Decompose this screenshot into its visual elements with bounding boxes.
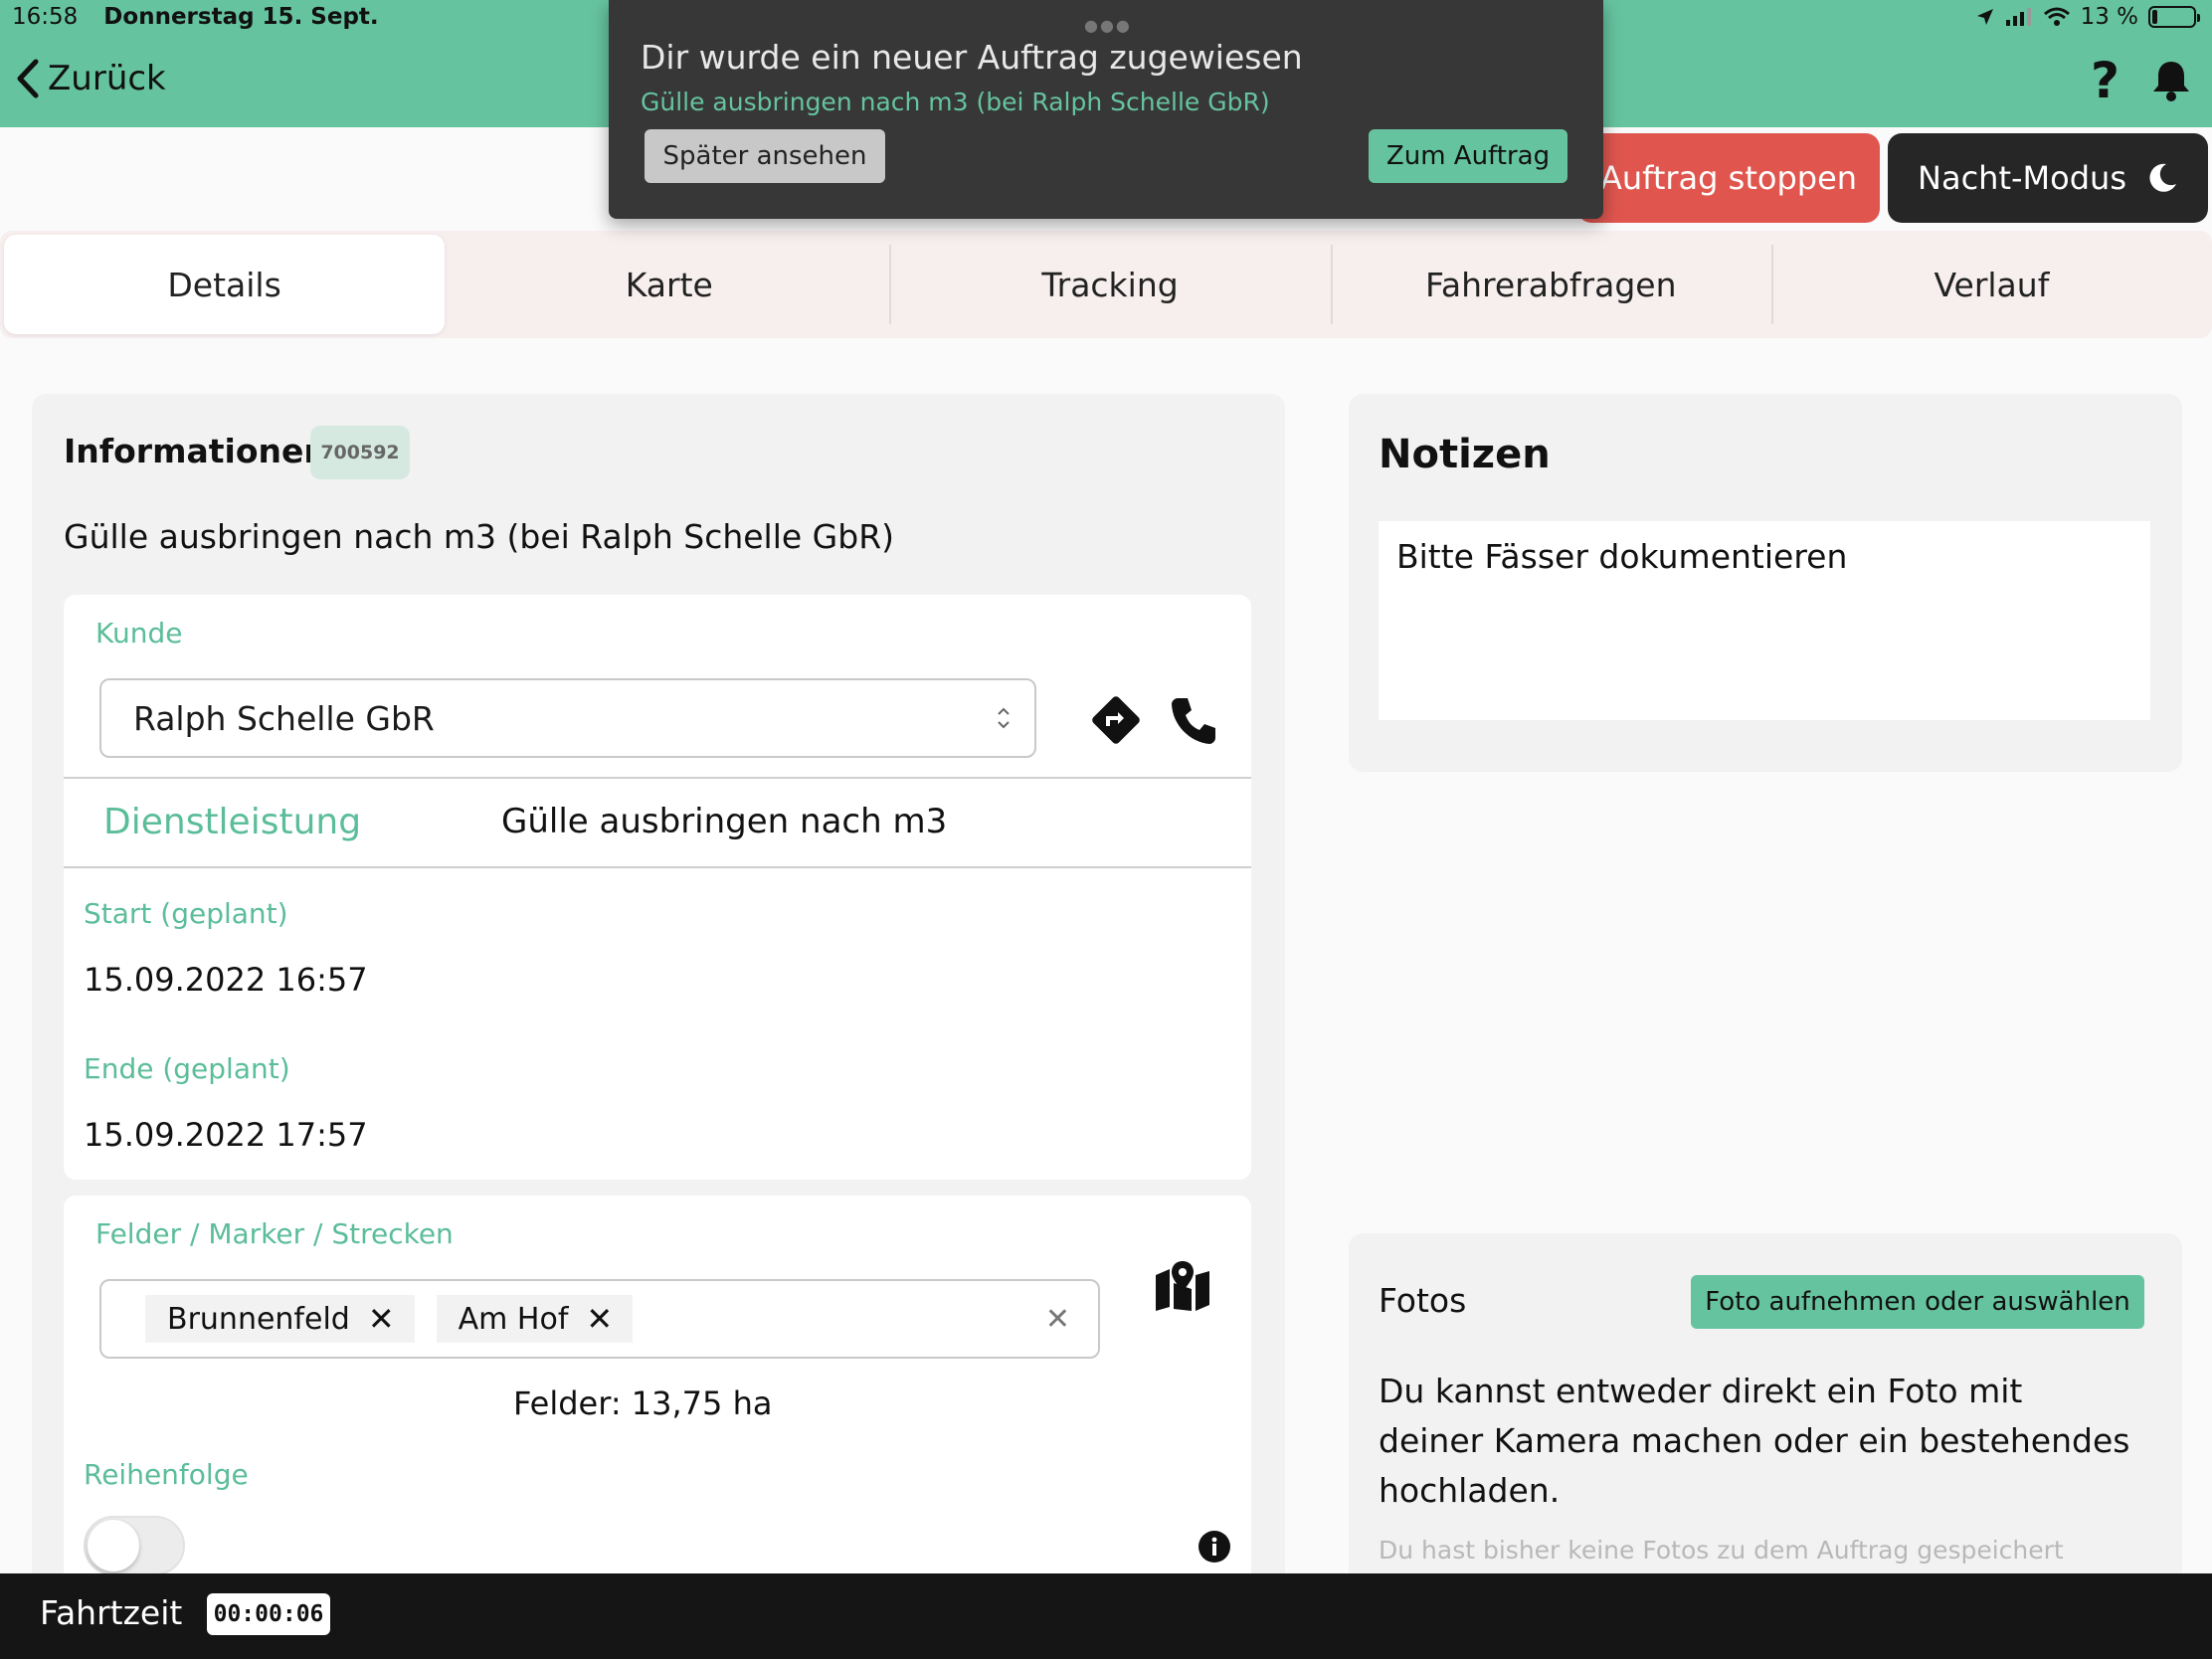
customer-select[interactable]: Ralph Schelle GbR: [99, 678, 1036, 758]
order-toggle-label: Reihenfolge: [84, 1458, 249, 1491]
tab-verlauf[interactable]: Verlauf: [1770, 231, 2212, 338]
night-mode-button[interactable]: Nacht-Modus: [1888, 133, 2208, 223]
phone-icon[interactable]: [1168, 694, 1219, 746]
view-later-label: Später ansehen: [662, 141, 867, 171]
start-value: 15.09.2022 16:57: [84, 961, 368, 999]
tab-bar: Details Karte Tracking Fahrerabfragen Ve…: [0, 231, 2212, 338]
divider: [64, 866, 1251, 868]
tab-fahrerabfragen[interactable]: Fahrerabfragen: [1330, 231, 1771, 338]
tab-tracking[interactable]: Tracking: [889, 231, 1330, 338]
directions-icon[interactable]: [1090, 694, 1142, 746]
drive-time-label: Fahrtzeit: [40, 1593, 183, 1632]
notes-text[interactable]: Bitte Fässer dokumentieren: [1379, 521, 2150, 720]
notes-title: Notizen: [1379, 432, 1551, 477]
open-order-label: Zum Auftrag: [1385, 141, 1551, 171]
battery-percent: 13 %: [2080, 4, 2138, 30]
customer-select-value: Ralph Schelle GbR: [133, 698, 435, 738]
end-label: Ende (geplant): [84, 1052, 290, 1085]
field-tag: Brunnenfeld ✕: [145, 1295, 415, 1343]
tab-karte[interactable]: Karte: [449, 231, 889, 338]
bell-icon[interactable]: [2148, 58, 2194, 103]
remove-tag-icon[interactable]: ✕: [586, 1300, 613, 1338]
end-value: 15.09.2022 17:57: [84, 1116, 368, 1154]
open-order-button[interactable]: Zum Auftrag: [1369, 129, 1567, 183]
stop-order-label: Auftrag stoppen: [1599, 159, 1858, 197]
remove-tag-icon[interactable]: ✕: [368, 1300, 395, 1338]
back-label: Zurück: [48, 59, 166, 98]
order-subtitle: Gülle ausbringen nach m3 (bei Ralph Sche…: [64, 517, 895, 556]
field-tag: Am Hof ✕: [436, 1295, 634, 1343]
toast-title: Dir wurde ein neuer Auftrag zugewiesen: [641, 38, 1303, 77]
customer-label: Kunde: [95, 617, 183, 649]
status-date: Donnerstag 15. Sept.: [103, 4, 379, 30]
moon-icon: [2149, 163, 2176, 192]
field-tag-label: Am Hof: [458, 1301, 569, 1337]
status-time: 16:58: [12, 4, 79, 30]
start-label: Start (geplant): [84, 897, 288, 930]
signal-icon: [2005, 8, 2031, 26]
map-marker-icon[interactable]: [1154, 1259, 1211, 1311]
add-photo-label: Foto aufnehmen oder auswählen: [1705, 1287, 2130, 1317]
wifi-icon: [2043, 7, 2070, 26]
photos-empty-text: Du hast bisher keine Fotos zu dem Auftra…: [1379, 1536, 2064, 1565]
bottom-bar: [0, 1573, 2212, 1659]
help-icon[interactable]: ?: [2091, 52, 2120, 109]
service-value: Gülle ausbringen nach m3: [501, 802, 948, 841]
order-number-badge: 700592: [310, 426, 410, 479]
clear-icon[interactable]: ✕: [1045, 1302, 1070, 1337]
info-title: Informationen: [64, 432, 327, 470]
toast-subtitle: Gülle ausbringen nach m3 (bei Ralph Sche…: [641, 88, 1270, 116]
info-icon[interactable]: [1198, 1530, 1231, 1564]
divider: [64, 777, 1251, 779]
order-toggle[interactable]: [84, 1516, 185, 1575]
chevron-updown-icon: [998, 707, 1010, 729]
stop-order-button[interactable]: Auftrag stoppen: [1577, 133, 1880, 223]
toggle-knob: [88, 1520, 139, 1571]
tab-details[interactable]: Details: [4, 235, 446, 334]
status-bar-left: 16:58 Donnerstag 15. Sept.: [12, 4, 379, 30]
chevron-left-icon: [17, 59, 39, 98]
night-mode-label: Nacht-Modus: [1918, 159, 2126, 197]
photos-description: Du kannst entweder direkt ein Foto mit d…: [1379, 1372, 2130, 1510]
field-tag-label: Brunnenfeld: [167, 1301, 350, 1337]
status-bar-right: 13 %: [1975, 4, 2200, 30]
battery-icon: [2148, 6, 2200, 28]
service-label: Dienstleistung: [103, 802, 362, 842]
add-photo-button[interactable]: Foto aufnehmen oder auswählen: [1691, 1275, 2144, 1329]
drag-handle-icon[interactable]: ●●●: [1084, 16, 1132, 35]
fields-summary: Felder: 13,75 ha: [513, 1384, 773, 1422]
fields-select[interactable]: Brunnenfeld ✕ Am Hof ✕ ✕: [99, 1279, 1100, 1359]
location-icon: [1976, 9, 1993, 25]
fields-label: Felder / Marker / Strecken: [95, 1217, 454, 1250]
photos-title: Fotos: [1379, 1281, 1467, 1320]
back-button[interactable]: Zurück: [14, 58, 166, 99]
drive-time-value: 00:00:06: [207, 1593, 330, 1635]
view-later-button[interactable]: Später ansehen: [645, 129, 885, 183]
